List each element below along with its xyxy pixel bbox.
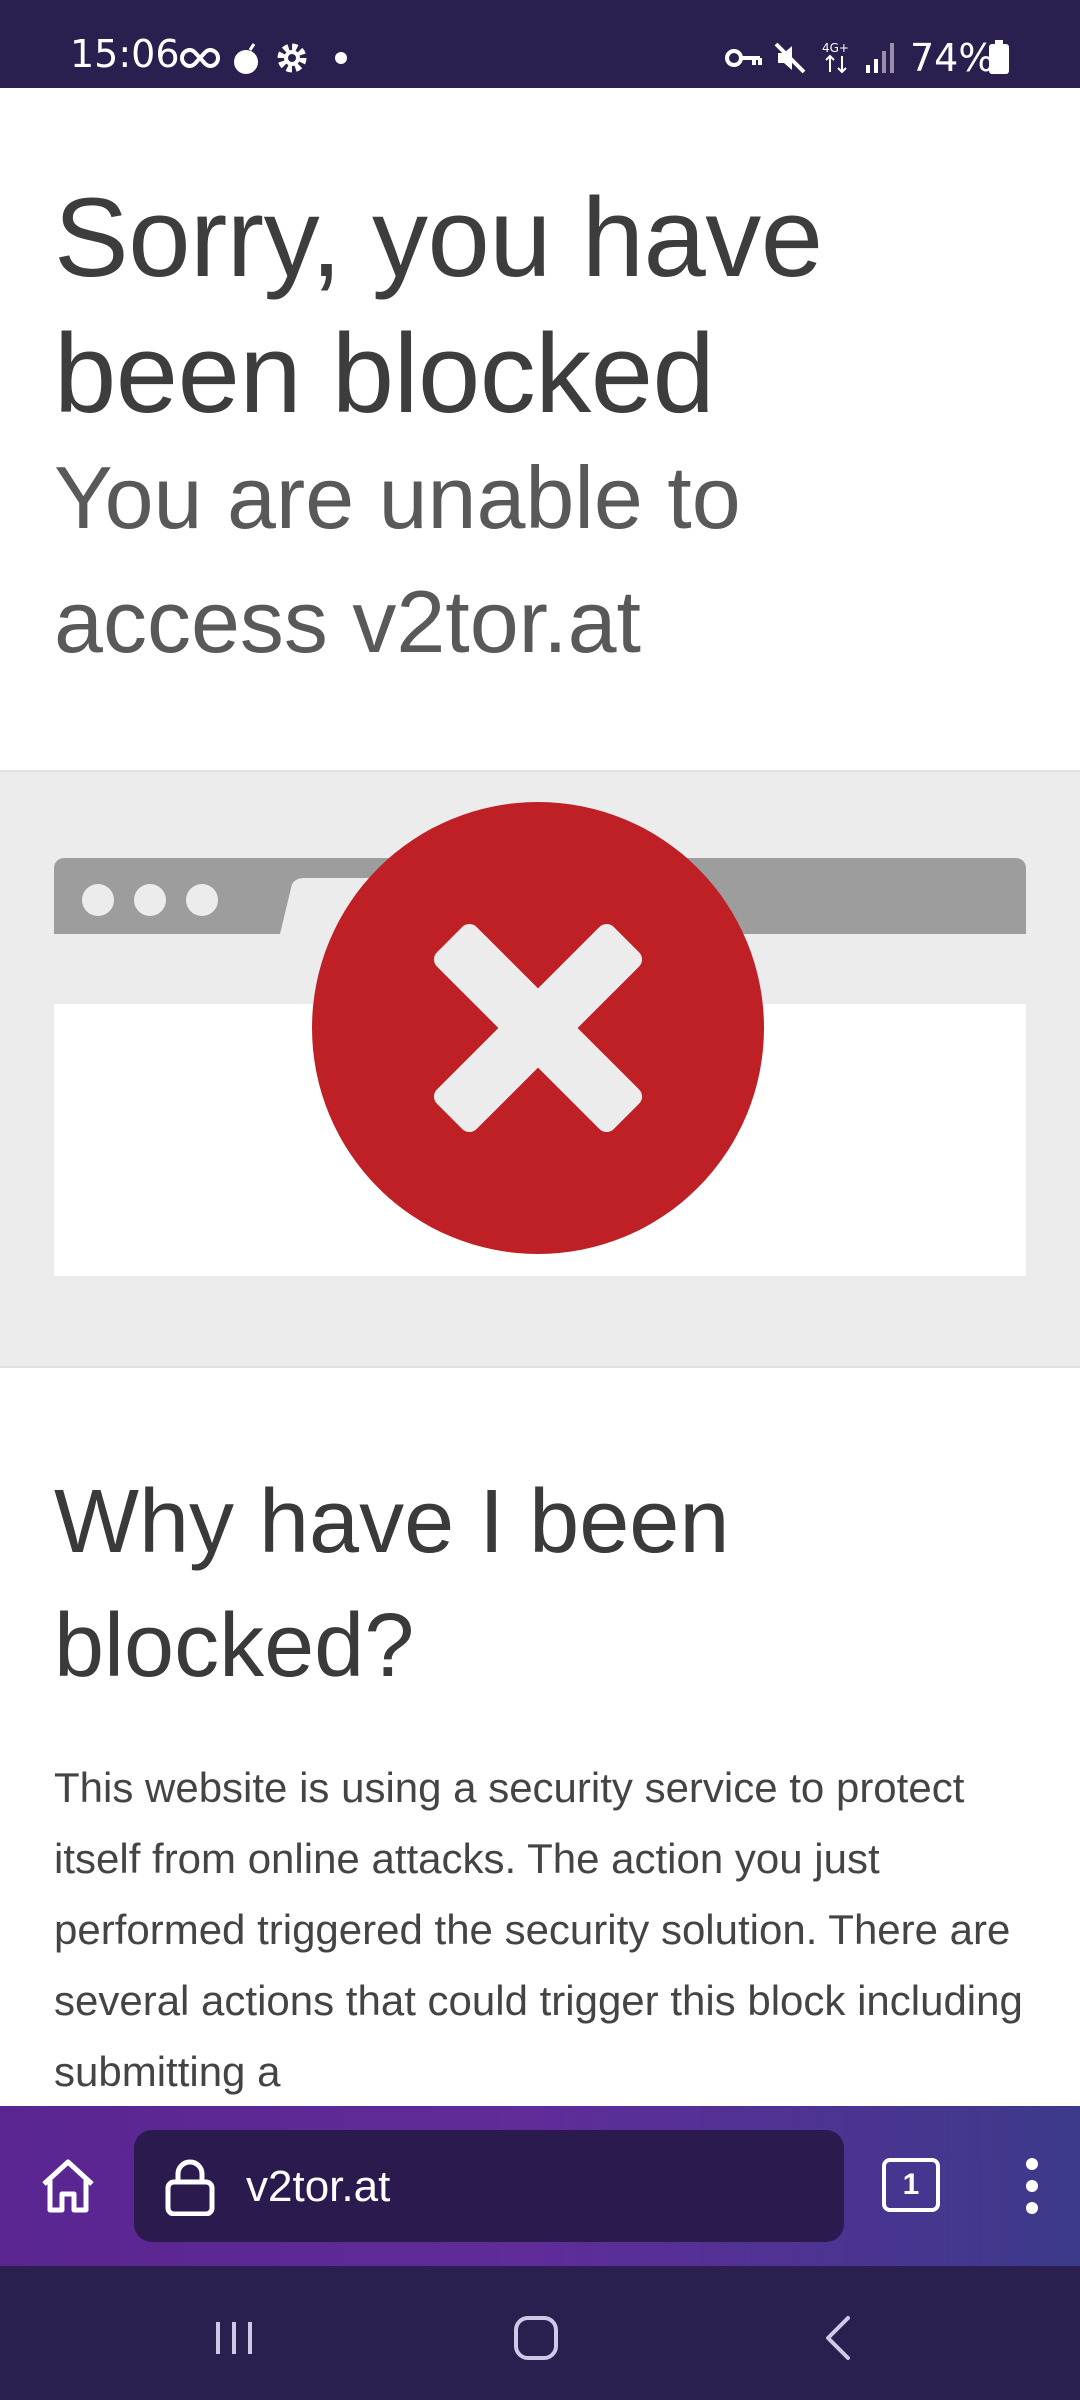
back-icon bbox=[826, 2316, 850, 2360]
why-blocked-body: This website is using a security service… bbox=[54, 1764, 1023, 2095]
back-button[interactable] bbox=[810, 2308, 870, 2368]
settings-icon bbox=[274, 40, 310, 76]
network-label: 4G+ bbox=[822, 41, 849, 55]
window-dot-icon bbox=[82, 884, 114, 916]
recents-icon bbox=[216, 2322, 252, 2354]
battery-icon bbox=[988, 40, 1010, 76]
mute-icon bbox=[772, 40, 808, 76]
vpn-key-icon bbox=[724, 40, 764, 76]
why-blocked-heading: Why have I been blocked? bbox=[54, 1472, 730, 1696]
dot-icon bbox=[334, 40, 348, 76]
browser-toolbar: v2tor.at 1 bbox=[0, 2106, 1080, 2266]
page-subtitle: You are unable to access v2tor.at bbox=[54, 448, 741, 671]
infinity-icon bbox=[180, 40, 220, 76]
page-title: Sorry, you have been blocked bbox=[54, 175, 823, 436]
bomb-icon bbox=[230, 40, 264, 76]
battery-percent: 74% bbox=[910, 36, 995, 80]
window-dot-icon bbox=[186, 884, 218, 916]
system-nav-bar bbox=[0, 2266, 1080, 2400]
address-bar[interactable]: v2tor.at bbox=[134, 2130, 844, 2242]
browser-blocked-illustration bbox=[54, 802, 1026, 1276]
url-text: v2tor.at bbox=[246, 2162, 391, 2211]
home-icon bbox=[514, 2316, 558, 2360]
more-vert-icon bbox=[1026, 2158, 1038, 2214]
window-dot-icon bbox=[134, 884, 166, 916]
tab-switcher-button[interactable]: 1 bbox=[882, 2158, 940, 2212]
status-bar: 15:06 4G+ 74% bbox=[0, 0, 1080, 88]
network-4g-icon: 4G+ bbox=[820, 40, 856, 76]
browser-home-button[interactable] bbox=[36, 2154, 100, 2218]
blocked-illustration bbox=[0, 770, 1080, 1368]
lock-icon bbox=[165, 2159, 215, 2216]
signal-icon bbox=[864, 40, 900, 76]
more-menu-button[interactable] bbox=[1012, 2156, 1052, 2216]
home-nav-button[interactable] bbox=[506, 2308, 566, 2368]
recents-button[interactable] bbox=[204, 2308, 264, 2368]
status-time: 15:06 bbox=[70, 32, 180, 76]
block-header: Sorry, you have been blocked You are una… bbox=[0, 88, 1080, 770]
home-icon bbox=[42, 2159, 94, 2213]
